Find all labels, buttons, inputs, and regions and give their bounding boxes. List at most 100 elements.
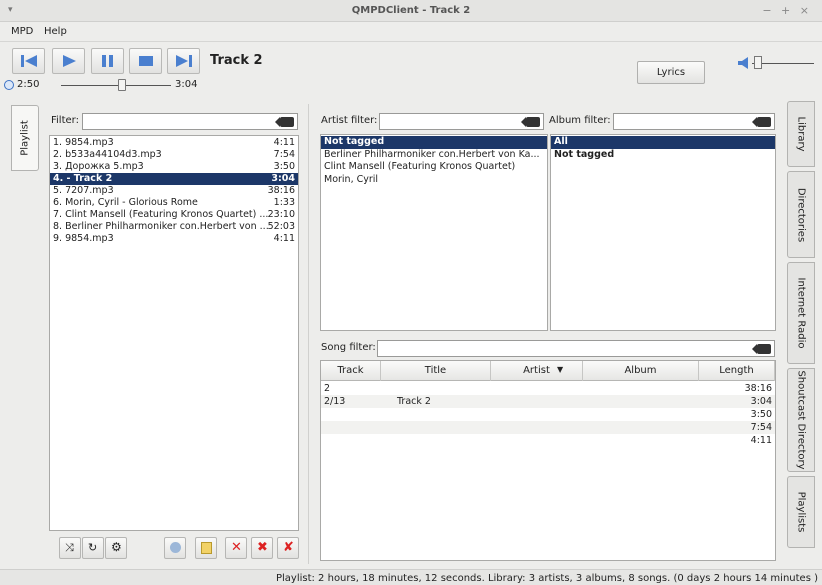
seek-slider[interactable] [61, 85, 171, 86]
song-cell-length: 3:04 [750, 396, 772, 407]
remove-duplicates-button[interactable]: ✖ [251, 537, 273, 559]
settings-button[interactable]: ⚙ [105, 537, 127, 559]
tab-playlist-label: Playlist [19, 120, 31, 156]
playlist-item-name: 8. Berliner Philharmoniker con.Herbert v… [53, 221, 269, 232]
album-filter-input[interactable] [613, 113, 775, 130]
clear-playlist-button[interactable]: ✘ [277, 537, 299, 559]
song-cell-length: 7:54 [750, 422, 772, 433]
artist-item[interactable]: Berliner Philharmoniker con.Herbert von … [321, 149, 547, 162]
playlist-item-name: 7. Clint Mansell (Featuring Kronos Quart… [53, 209, 269, 220]
edit-playlist-button[interactable] [195, 537, 217, 559]
disc-icon [170, 542, 181, 553]
menu-help[interactable]: Help [44, 26, 67, 37]
playlist-item[interactable]: 2. b533a44104d3.mp3 7:54 [50, 149, 298, 161]
song-row[interactable]: 7:54 [321, 421, 775, 434]
gear-icon: ⚙ [111, 540, 122, 554]
column-header-length[interactable]: Length [699, 361, 775, 381]
clear-song-filter-icon[interactable] [752, 344, 771, 354]
tab-library[interactable]: Library [787, 101, 815, 167]
previous-icon [21, 55, 37, 67]
playlist-filter-label: Filter: [51, 115, 79, 126]
song-cell-track: 2 [324, 383, 331, 394]
now-playing-title: Track 2 [210, 53, 263, 68]
remove-button[interactable]: ✕ [225, 537, 247, 559]
lyrics-button[interactable]: Lyrics [637, 61, 705, 84]
sort-indicator-icon: ▼ [557, 365, 564, 374]
artist-filter-input[interactable] [379, 113, 544, 130]
playlist-item-time: 3:50 [273, 161, 295, 172]
artist-list[interactable]: Not tagged Berliner Philharmoniker con.He… [320, 134, 548, 331]
playlist-item-name: 9. 9854.mp3 [53, 233, 114, 244]
song-row[interactable]: 2 38:16 [321, 382, 775, 395]
splitter[interactable] [308, 104, 311, 564]
shuffle-button[interactable]: ⤨ [59, 537, 81, 559]
tab-playlists[interactable]: Playlists [787, 476, 815, 548]
tab-directories-label: Directories [795, 187, 807, 242]
song-row[interactable]: 3:50 [321, 408, 775, 421]
playlist-item-name: 5. 7207.mp3 [53, 185, 114, 196]
save-playlist-button[interactable] [164, 537, 186, 559]
song-table[interactable]: Track Title Artist Album Length ▼ 2 38:16 2/13 T… [320, 360, 776, 561]
song-cell-length: 38:16 [744, 383, 772, 394]
stop-icon [139, 56, 153, 66]
song-cell-title: Track 2 [397, 396, 431, 407]
tab-playlists-label: Playlists [795, 491, 807, 533]
playlist-item[interactable]: 7. Clint Mansell (Featuring Kronos Quart… [50, 209, 298, 221]
song-row[interactable]: 2/13 Track 2 3:04 [321, 395, 775, 408]
repeat-button[interactable]: ↻ [82, 537, 104, 559]
note-icon [201, 542, 212, 554]
album-item[interactable]: Not tagged [551, 149, 775, 162]
playlist-item-name: 1. 9854.mp3 [53, 137, 114, 148]
song-filter-input[interactable] [377, 340, 775, 357]
playlist-filter-input[interactable] [82, 113, 298, 130]
menu-mpd[interactable]: MPD [11, 26, 33, 37]
song-row[interactable]: 4:11 [321, 434, 775, 447]
playlist-item[interactable]: 3. Дорожка 5.mp3 3:50 [50, 161, 298, 173]
tab-internet-radio[interactable]: Internet Radio [787, 262, 815, 364]
column-header-title[interactable]: Title [381, 361, 491, 381]
seek-handle[interactable] [117, 79, 126, 91]
playlist-item[interactable]: 9. 9854.mp3 4:11 [50, 233, 298, 245]
artist-item[interactable]: Clint Mansell (Featuring Kronos Quartet) [321, 161, 547, 174]
album-item[interactable]: All [551, 136, 775, 149]
artist-item[interactable]: Morin, Cyril [321, 174, 547, 187]
shuffle-icon: ⤨ [65, 541, 74, 554]
previous-button[interactable] [12, 48, 45, 74]
window-controls[interactable]: − + × [762, 4, 812, 17]
playlist-item[interactable]: 5. 7207.mp3 38:16 [50, 185, 298, 197]
song-cell-length: 3:50 [750, 409, 772, 420]
playlist-item-name: 4. - Track 2 [53, 173, 113, 184]
artist-item[interactable]: Not tagged [321, 136, 547, 149]
column-header-track[interactable]: Track [321, 361, 381, 381]
elapsed-time: 2:50 [17, 79, 40, 90]
artist-filter-label: Artist filter: [321, 115, 378, 126]
playlist-item-time: 23:10 [267, 209, 295, 220]
play-button[interactable] [52, 48, 85, 74]
tab-shoutcast-directory[interactable]: Shoutcast Directory [787, 368, 815, 472]
playlist-item[interactable]: 8. Berliner Philharmoniker con.Herbert v… [50, 221, 298, 233]
playlist-item-name: 3. Дорожка 5.mp3 [53, 161, 144, 172]
volume-handle[interactable] [754, 56, 763, 69]
clear-artist-filter-icon[interactable] [521, 117, 540, 127]
clear-filter-icon[interactable] [275, 117, 294, 127]
remove-duplicates-icon: ✖ [257, 540, 268, 555]
song-table-header: Track Title Artist Album Length ▼ [321, 361, 775, 381]
next-button[interactable] [167, 48, 200, 74]
album-list[interactable]: All Not tagged [550, 134, 776, 331]
playlist-item[interactable]: 6. Morin, Cyril - Glorious Rome 1:33 [50, 197, 298, 209]
clock-icon [4, 80, 14, 90]
tab-directories[interactable]: Directories [787, 171, 815, 258]
playlist-item[interactable]: 4. - Track 2 3:04 [50, 173, 298, 185]
playlist-item-time: 4:11 [273, 137, 295, 148]
playlist-item-time: 52:03 [267, 221, 295, 232]
status-bar: Playlist: 2 hours, 18 minutes, 12 second… [0, 569, 822, 585]
tab-playlist[interactable]: Playlist [11, 105, 39, 171]
song-filter-label: Song filter: [321, 342, 376, 353]
column-header-album[interactable]: Album [583, 361, 699, 381]
column-header-artist[interactable]: Artist [491, 361, 583, 381]
stop-button[interactable] [129, 48, 162, 74]
clear-album-filter-icon[interactable] [752, 117, 771, 127]
playlist-item[interactable]: 1. 9854.mp3 4:11 [50, 137, 298, 149]
playlist-list[interactable]: 1. 9854.mp3 4:11 2. b533a44104d3.mp3 7:54 3.… [49, 135, 299, 531]
pause-button[interactable] [91, 48, 124, 74]
